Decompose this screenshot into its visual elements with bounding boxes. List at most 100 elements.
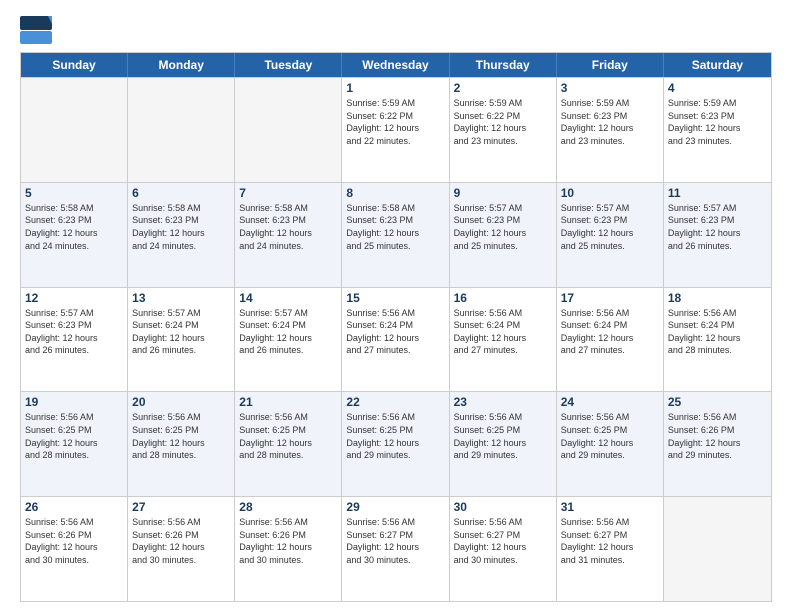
day-number: 5 [25, 186, 123, 200]
day-cell-2: 2 Sunrise: 5:59 AM Sunset: 6:22 PM Daylig… [450, 78, 557, 182]
day-cell-11: 11Sunrise: 5:57 AM Sunset: 6:23 PM Dayli… [664, 183, 771, 287]
header-day-tuesday: Tuesday [235, 53, 342, 77]
day-number: 9 [454, 186, 552, 200]
header-day-thursday: Thursday [450, 53, 557, 77]
day-number: 23 [454, 395, 552, 409]
day-cell-20: 20 Sunrise: 5:56 AM Sunset: 6:25 PM Dayli… [128, 392, 235, 496]
header-day-friday: Friday [557, 53, 664, 77]
day-cell-13: 13 Sunrise: 5:57 AM Sunset: 6:24 PM Dayli… [128, 288, 235, 392]
day-info: Sunrise: 5:57 AM Sunset: 6:23 PM Dayligh… [25, 307, 123, 357]
day-cell-28: 28 Sunrise: 5:56 AM Sunset: 6:26 PM Dayli… [235, 497, 342, 601]
page: SundayMondayTuesdayWednesdayThursdayFrid… [0, 0, 792, 612]
day-info: Sunrise: 5:57 AM Sunset: 6:24 PM Dayligh… [239, 307, 337, 357]
day-cell-8: 8Sunrise: 5:58 AM Sunset: 6:23 PM Daylig… [342, 183, 449, 287]
day-number: 19 [25, 395, 123, 409]
day-info: Sunrise: 5:59 AM Sunset: 6:23 PM Dayligh… [668, 97, 767, 147]
day-info: Sunrise: 5:56 AM Sunset: 6:26 PM Dayligh… [239, 516, 337, 566]
logo-icon [20, 16, 52, 44]
day-number: 13 [132, 291, 230, 305]
day-number: 30 [454, 500, 552, 514]
day-info: Sunrise: 5:56 AM Sunset: 6:26 PM Dayligh… [668, 411, 767, 461]
day-cell-5: 5 Sunrise: 5:58 AM Sunset: 6:23 PM Daylig… [21, 183, 128, 287]
day-cell-14: 14Sunrise: 5:57 AM Sunset: 6:24 PM Dayli… [235, 288, 342, 392]
header-day-monday: Monday [128, 53, 235, 77]
day-info: Sunrise: 5:56 AM Sunset: 6:24 PM Dayligh… [561, 307, 659, 357]
day-cell-6: 6Sunrise: 5:58 AM Sunset: 6:23 PM Daylig… [128, 183, 235, 287]
header-day-wednesday: Wednesday [342, 53, 449, 77]
day-info: Sunrise: 5:57 AM Sunset: 6:23 PM Dayligh… [454, 202, 552, 252]
day-number: 2 [454, 81, 552, 95]
header-day-sunday: Sunday [21, 53, 128, 77]
day-cell-18: 18 Sunrise: 5:56 AM Sunset: 6:24 PM Dayli… [664, 288, 771, 392]
day-number: 20 [132, 395, 230, 409]
calendar-row-3: 12 Sunrise: 5:57 AM Sunset: 6:23 PM Dayli… [21, 287, 771, 392]
day-info: Sunrise: 5:56 AM Sunset: 6:24 PM Dayligh… [668, 307, 767, 357]
day-number: 15 [346, 291, 444, 305]
day-cell-12: 12 Sunrise: 5:57 AM Sunset: 6:23 PM Dayli… [21, 288, 128, 392]
day-cell-1: 1 Sunrise: 5:59 AM Sunset: 6:22 PM Daylig… [342, 78, 449, 182]
day-info: Sunrise: 5:56 AM Sunset: 6:25 PM Dayligh… [25, 411, 123, 461]
calendar-row-5: 26 Sunrise: 5:56 AM Sunset: 6:26 PM Dayli… [21, 496, 771, 601]
calendar-body: 1 Sunrise: 5:59 AM Sunset: 6:22 PM Daylig… [21, 77, 771, 601]
empty-cell [21, 78, 128, 182]
day-number: 7 [239, 186, 337, 200]
day-number: 27 [132, 500, 230, 514]
day-number: 1 [346, 81, 444, 95]
day-cell-31: 31 Sunrise: 5:56 AM Sunset: 6:27 PM Dayli… [557, 497, 664, 601]
day-info: Sunrise: 5:58 AM Sunset: 6:23 PM Dayligh… [346, 202, 444, 252]
day-info: Sunrise: 5:59 AM Sunset: 6:22 PM Dayligh… [454, 97, 552, 147]
day-info: Sunrise: 5:56 AM Sunset: 6:25 PM Dayligh… [454, 411, 552, 461]
day-info: Sunrise: 5:58 AM Sunset: 6:23 PM Dayligh… [239, 202, 337, 252]
day-cell-25: 25Sunrise: 5:56 AM Sunset: 6:26 PM Dayli… [664, 392, 771, 496]
day-cell-30: 30 Sunrise: 5:56 AM Sunset: 6:27 PM Dayli… [450, 497, 557, 601]
day-info: Sunrise: 5:57 AM Sunset: 6:24 PM Dayligh… [132, 307, 230, 357]
day-info: Sunrise: 5:56 AM Sunset: 6:27 PM Dayligh… [561, 516, 659, 566]
day-cell-23: 23 Sunrise: 5:56 AM Sunset: 6:25 PM Dayli… [450, 392, 557, 496]
day-info: Sunrise: 5:56 AM Sunset: 6:25 PM Dayligh… [561, 411, 659, 461]
calendar-row-4: 19 Sunrise: 5:56 AM Sunset: 6:25 PM Dayli… [21, 391, 771, 496]
empty-cell [664, 497, 771, 601]
calendar-row-2: 5 Sunrise: 5:58 AM Sunset: 6:23 PM Daylig… [21, 182, 771, 287]
day-cell-9: 9 Sunrise: 5:57 AM Sunset: 6:23 PM Daylig… [450, 183, 557, 287]
day-cell-7: 7 Sunrise: 5:58 AM Sunset: 6:23 PM Daylig… [235, 183, 342, 287]
logo [20, 16, 56, 44]
day-number: 12 [25, 291, 123, 305]
day-info: Sunrise: 5:56 AM Sunset: 6:27 PM Dayligh… [454, 516, 552, 566]
day-number: 10 [561, 186, 659, 200]
day-number: 31 [561, 500, 659, 514]
day-number: 16 [454, 291, 552, 305]
day-cell-26: 26Sunrise: 5:56 AM Sunset: 6:26 PM Dayli… [21, 497, 128, 601]
day-info: Sunrise: 5:58 AM Sunset: 6:23 PM Dayligh… [25, 202, 123, 252]
day-cell-3: 3Sunrise: 5:59 AM Sunset: 6:23 PM Daylig… [557, 78, 664, 182]
day-number: 17 [561, 291, 659, 305]
day-info: Sunrise: 5:58 AM Sunset: 6:23 PM Dayligh… [132, 202, 230, 252]
day-number: 28 [239, 500, 337, 514]
day-info: Sunrise: 5:56 AM Sunset: 6:24 PM Dayligh… [454, 307, 552, 357]
day-info: Sunrise: 5:56 AM Sunset: 6:27 PM Dayligh… [346, 516, 444, 566]
day-info: Sunrise: 5:59 AM Sunset: 6:22 PM Dayligh… [346, 97, 444, 147]
day-cell-15: 15 Sunrise: 5:56 AM Sunset: 6:24 PM Dayli… [342, 288, 449, 392]
day-cell-22: 22 Sunrise: 5:56 AM Sunset: 6:25 PM Dayli… [342, 392, 449, 496]
calendar: SundayMondayTuesdayWednesdayThursdayFrid… [20, 52, 772, 602]
day-info: Sunrise: 5:56 AM Sunset: 6:24 PM Dayligh… [346, 307, 444, 357]
day-number: 18 [668, 291, 767, 305]
day-cell-17: 17 Sunrise: 5:56 AM Sunset: 6:24 PM Dayli… [557, 288, 664, 392]
day-info: Sunrise: 5:56 AM Sunset: 6:26 PM Dayligh… [132, 516, 230, 566]
day-number: 26 [25, 500, 123, 514]
day-number: 24 [561, 395, 659, 409]
day-info: Sunrise: 5:56 AM Sunset: 6:25 PM Dayligh… [346, 411, 444, 461]
day-cell-19: 19 Sunrise: 5:56 AM Sunset: 6:25 PM Dayli… [21, 392, 128, 496]
day-cell-21: 21Sunrise: 5:56 AM Sunset: 6:25 PM Dayli… [235, 392, 342, 496]
day-info: Sunrise: 5:57 AM Sunset: 6:23 PM Dayligh… [561, 202, 659, 252]
day-number: 22 [346, 395, 444, 409]
day-info: Sunrise: 5:56 AM Sunset: 6:25 PM Dayligh… [239, 411, 337, 461]
empty-cell [128, 78, 235, 182]
day-cell-24: 24 Sunrise: 5:56 AM Sunset: 6:25 PM Dayli… [557, 392, 664, 496]
header [20, 16, 772, 44]
day-info: Sunrise: 5:59 AM Sunset: 6:23 PM Dayligh… [561, 97, 659, 147]
day-cell-29: 29Sunrise: 5:56 AM Sunset: 6:27 PM Dayli… [342, 497, 449, 601]
day-info: Sunrise: 5:56 AM Sunset: 6:25 PM Dayligh… [132, 411, 230, 461]
header-day-saturday: Saturday [664, 53, 771, 77]
day-cell-10: 10 Sunrise: 5:57 AM Sunset: 6:23 PM Dayli… [557, 183, 664, 287]
day-number: 4 [668, 81, 767, 95]
